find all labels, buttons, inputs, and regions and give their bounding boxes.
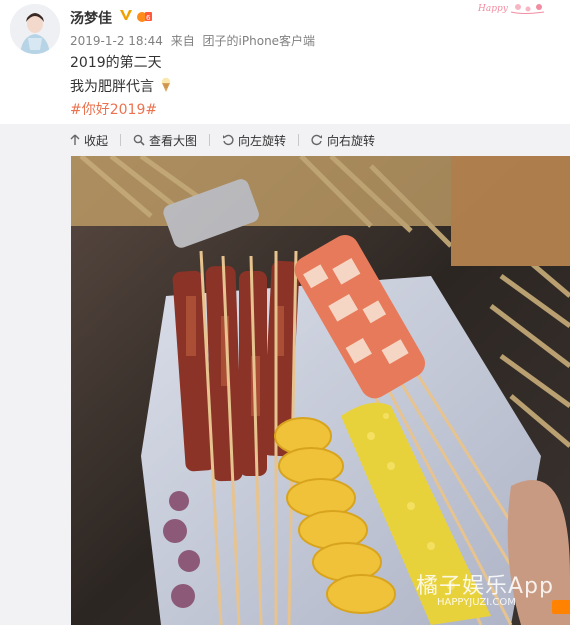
- username[interactable]: 汤梦佳: [70, 8, 112, 28]
- svg-text:6: 6: [146, 14, 151, 22]
- rotate-left-icon: [223, 134, 234, 146]
- post-text-line1: 2019的第二天: [70, 55, 162, 71]
- rank-badge-icon[interactable]: 6: [136, 8, 153, 23]
- svg-text:Happy: Happy: [478, 4, 509, 14]
- post-text-line2: 我为肥胖代言: [70, 76, 172, 96]
- orange-side-tab[interactable]: [552, 600, 570, 614]
- rotate-left-button[interactable]: 向左旋转: [222, 132, 286, 149]
- toolbar-divider: [298, 134, 300, 146]
- rotate-right-label: 向右旋转: [327, 133, 376, 148]
- vip-v-icon: [120, 10, 132, 20]
- ice-cream-emoji-icon: [162, 77, 171, 92]
- post-photo[interactable]: [71, 156, 570, 625]
- toolbar-divider: [209, 134, 211, 146]
- source-prefix: 来自: [170, 34, 195, 48]
- post-text-line2-label: 我为肥胖代言: [70, 79, 154, 95]
- rotate-left-label: 向左旋转: [238, 133, 287, 148]
- source-device[interactable]: 团子的iPhone客户端: [203, 34, 316, 48]
- weibo-post: 汤梦佳 6 Happy 2019-1-2 18:44 来自 团子的iPhone客…: [0, 0, 570, 625]
- post-meta: 2019-1-2 18:44 来自 团子的iPhone客户端: [70, 32, 319, 49]
- collapse-label: 收起: [84, 133, 109, 148]
- food-skewers-photo: [71, 156, 570, 625]
- view-large-button[interactable]: 查看大图: [133, 132, 197, 149]
- view-large-label: 查看大图: [149, 133, 198, 148]
- hashtag-link[interactable]: #你好2019#: [70, 99, 157, 119]
- rotate-right-icon: [311, 134, 323, 146]
- rotate-right-button[interactable]: 向右旋转: [311, 132, 375, 149]
- avatar[interactable]: [10, 4, 60, 54]
- watermark-text: 橘子娱乐App: [416, 574, 554, 599]
- collapse-button[interactable]: 收起: [70, 132, 108, 149]
- magnifier-icon: [133, 134, 145, 146]
- post-date[interactable]: 2019-1-2 18:44: [70, 34, 163, 48]
- collapse-arrow-icon: [70, 134, 80, 145]
- toolbar-divider: [120, 134, 122, 146]
- watermark-url: HAPPYJUZI.COM: [437, 597, 516, 608]
- media-toolbar: 收起 查看大图 向左旋转 向右旋转: [70, 130, 387, 150]
- happy-decoration-icon: Happy: [478, 4, 545, 14]
